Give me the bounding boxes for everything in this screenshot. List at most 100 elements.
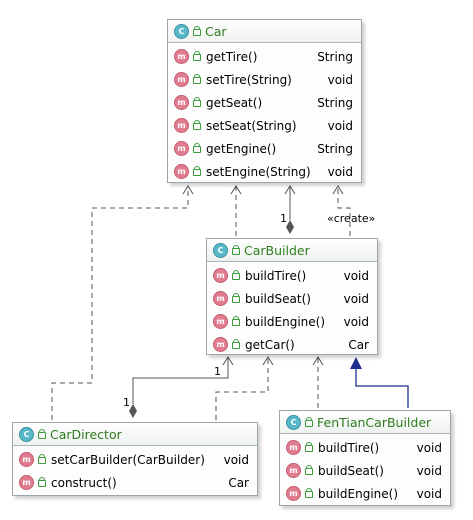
class-car-director[interactable]: C CarDirector m setCarBuilder(CarBuilder)…	[12, 422, 258, 496]
lock-icon	[193, 51, 201, 61]
method-name: setCarBuilder(CarBuilder)	[51, 452, 205, 467]
lock-icon	[305, 442, 313, 452]
class-icon: C	[213, 242, 228, 258]
lock-icon	[232, 316, 240, 326]
method-icon: m	[174, 72, 189, 87]
lock-icon	[193, 97, 201, 107]
method-return-type: void	[343, 314, 369, 329]
class-car-director-header: C CarDirector	[13, 423, 257, 446]
lock-icon	[38, 477, 46, 487]
method-icon: m	[213, 337, 228, 352]
method-name: getSeat()	[206, 95, 263, 110]
method-row[interactable]: m setTire(String) void	[168, 68, 361, 91]
method-row[interactable]: m buildSeat() void	[207, 287, 377, 310]
method-icon: m	[213, 314, 228, 329]
method-row[interactable]: m buildEngine() void	[280, 482, 450, 505]
method-icon: m	[213, 291, 228, 306]
lock-icon	[232, 244, 240, 255]
dependency-cardirector-to-carbuilder	[215, 357, 269, 420]
method-icon: m	[286, 440, 301, 455]
method-icon: m	[174, 164, 189, 179]
method-name: getEngine()	[206, 141, 277, 156]
method-row[interactable]: m getSeat() String	[168, 91, 361, 114]
lock-icon	[193, 120, 201, 130]
method-name: setSeat(String)	[206, 118, 297, 133]
lock-icon	[38, 428, 46, 439]
method-return-type: void	[416, 486, 442, 501]
method-return-type: Car	[228, 475, 249, 490]
method-return-type: void	[416, 440, 442, 455]
class-fentian-car-builder[interactable]: C FenTianCarBuilder m buildTire() void m bu…	[279, 410, 451, 506]
create-dependency-fentian-to-car	[337, 186, 351, 236]
lock-icon	[193, 25, 201, 36]
lock-icon	[193, 143, 201, 153]
lock-icon	[232, 270, 240, 280]
method-row[interactable]: m setSeat(String) void	[168, 114, 361, 137]
method-return-type: void	[327, 118, 353, 133]
method-name: buildEngine()	[318, 486, 398, 501]
lock-icon	[193, 166, 201, 176]
lock-icon	[38, 454, 46, 464]
method-icon: m	[19, 475, 34, 490]
class-icon: C	[174, 23, 189, 39]
create-stereotype-label: «create»	[327, 212, 376, 225]
class-car[interactable]: C Car m getTire() String m setTire(String) v…	[167, 19, 362, 183]
method-row[interactable]: m buildTire() void	[207, 264, 377, 287]
method-return-type: String	[317, 95, 353, 110]
method-name: setEngine(String)	[206, 164, 311, 179]
method-icon: m	[174, 141, 189, 156]
lock-icon	[232, 293, 240, 303]
lock-icon	[193, 74, 201, 84]
method-icon: m	[174, 95, 189, 110]
class-fentian-car-builder-name: FenTianCarBuilder	[317, 414, 432, 430]
class-fentian-car-builder-header: C FenTianCarBuilder	[280, 411, 450, 434]
aggregation-diamond-cardirector	[129, 404, 137, 418]
method-row[interactable]: m setEngine(String) void	[168, 160, 361, 183]
class-car-builder-header: C CarBuilder	[207, 239, 377, 262]
method-return-type: void	[327, 72, 353, 87]
lock-icon	[305, 465, 313, 475]
multiplicity-label-cardirector-aggregation: 1	[123, 396, 130, 409]
method-row[interactable]: m buildTire() void	[280, 436, 450, 459]
class-car-name: Car	[205, 23, 227, 39]
method-name: buildEngine()	[245, 314, 325, 329]
method-name: buildSeat()	[318, 463, 384, 478]
method-icon: m	[19, 452, 34, 467]
method-icon: m	[174, 118, 189, 133]
method-row[interactable]: m buildEngine() void	[207, 310, 377, 333]
method-return-type: void	[327, 164, 353, 179]
method-row[interactable]: m buildSeat() void	[280, 459, 450, 482]
method-return-type: String	[317, 141, 353, 156]
method-return-type: void	[343, 291, 369, 306]
dependency-cardirector-to-car	[51, 186, 189, 420]
method-row[interactable]: m getEngine() String	[168, 137, 361, 160]
method-return-type: Car	[348, 337, 369, 352]
method-row[interactable]: m construct() Car	[13, 471, 257, 494]
generalization-fentian-carbuilder	[355, 369, 409, 408]
method-name: construct()	[51, 475, 117, 490]
method-row[interactable]: m setCarBuilder(CarBuilder) void	[13, 448, 257, 471]
method-row[interactable]: m getCar() Car	[207, 333, 377, 356]
aggregation-diamond-carbuilder	[286, 220, 294, 234]
lock-icon	[232, 339, 240, 349]
lock-icon	[305, 416, 313, 427]
method-return-type: String	[317, 49, 353, 64]
class-car-builder[interactable]: C CarBuilder m buildTire() void m buildSeat…	[206, 238, 378, 355]
method-icon: m	[286, 486, 301, 501]
method-name: buildSeat()	[245, 291, 311, 306]
class-car-builder-name: CarBuilder	[244, 242, 310, 258]
class-car-director-name: CarDirector	[50, 426, 122, 442]
method-row[interactable]: m getTire() String	[168, 45, 361, 68]
generalization-triangle	[350, 357, 362, 369]
lock-icon	[305, 488, 313, 498]
method-icon: m	[174, 49, 189, 64]
class-icon: C	[19, 426, 34, 442]
method-icon: m	[213, 268, 228, 283]
method-return-type: void	[223, 452, 249, 467]
multiplicity-label-carbuilder-aggregation: 1	[214, 365, 221, 378]
method-name: buildTire()	[245, 268, 307, 283]
method-name: getTire()	[206, 49, 258, 64]
method-return-type: void	[343, 268, 369, 283]
method-icon: m	[286, 463, 301, 478]
method-return-type: void	[416, 463, 442, 478]
